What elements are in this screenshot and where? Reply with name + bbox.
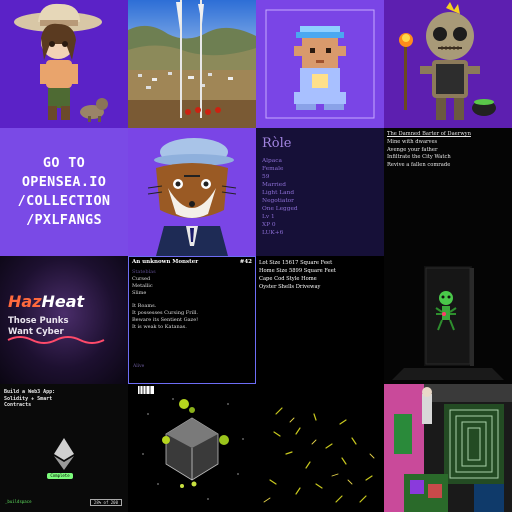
nft-tile-fox[interactable] — [128, 128, 256, 256]
buildspace-progress: 28% of 200 — [89, 499, 122, 506]
hazheat-title-part: Haz — [8, 292, 42, 311]
quest-line: Mine with dwarves — [387, 138, 438, 145]
role-attr: Female — [262, 166, 284, 172]
buildspace-brand: _buildspace — [5, 499, 32, 504]
nft-tile-pixel-kid[interactable] — [256, 0, 384, 128]
nft-tile-opensea-text[interactable]: GO TO OPENSEA.IO /COLLECTION /PXLFANGS — [0, 128, 128, 256]
nft-tile-monster-card[interactable]: An unknown Monster #42 Stateblas Cursed … — [128, 256, 256, 384]
role-attr: Lv 1 — [262, 214, 275, 220]
text-line: OPENSEA.IO — [21, 174, 107, 190]
pixel-kid-image — [256, 0, 384, 128]
yellow-streaks-image — [256, 384, 384, 512]
opensea-text-block: GO TO OPENSEA.IO /COLLECTION /PXLFANGS — [18, 154, 111, 230]
nft-tile-buildspace[interactable]: Build a Web3 App: Solidity + Smart Contr… — [0, 384, 128, 512]
alien-box-image — [384, 256, 512, 384]
role-title: Ròle — [262, 136, 292, 151]
nft-tile-yellow-streaks[interactable] — [256, 384, 384, 512]
cowgirl-image — [0, 0, 128, 128]
lot-line: Lot Size 15617 Square Feet — [259, 260, 333, 266]
hazheat-subtitle-line: Those Punks — [8, 316, 69, 326]
monster-desc: It is weak to Katanas. — [132, 324, 187, 330]
lot-line: Oyster Shells Driveway — [259, 284, 321, 290]
3d-room-image — [384, 384, 512, 512]
hazheat-title: HazHeat — [8, 292, 84, 311]
role-attr: Negotiator — [262, 198, 294, 204]
nft-tile-role-card[interactable]: Ròle Alpaca Female 59 Married Light Land… — [256, 128, 384, 256]
monster-title: An unknown Monster — [132, 259, 199, 265]
space-cube-image — [128, 384, 256, 512]
fox-image — [128, 128, 256, 256]
hazheat-subtitle: Those Punks Want Cyber — [8, 316, 69, 338]
nft-tile-3d-room[interactable] — [384, 384, 512, 512]
landscape-image — [128, 0, 256, 128]
monster-desc: It Roams. — [132, 303, 157, 309]
lot-line: Home Size 5899 Square Feet — [259, 268, 336, 274]
role-attr: 59 — [262, 174, 270, 180]
monster-attr: Cursed — [132, 276, 151, 282]
nft-tile-cowgirl[interactable] — [0, 0, 128, 128]
hazheat-subtitle-line: Want Cyber — [8, 327, 64, 337]
monster-attr: Slime — [132, 290, 147, 296]
role-attr: LUK+6 — [262, 230, 284, 236]
lot-line: Cape Cod Style Home — [259, 276, 317, 282]
text-line: GO TO — [42, 155, 86, 171]
monster-header: An unknown Monster #42 — [132, 259, 252, 265]
voodoo-doll-image — [384, 0, 512, 128]
monster-attr: Metallic — [132, 283, 153, 289]
nft-tile-quest-text[interactable]: The Damned Barter of Daerwyn Mine with d… — [384, 128, 512, 256]
text-line: /PXLFANGS — [26, 212, 102, 228]
nft-tile-space-cube[interactable] — [128, 384, 256, 512]
role-attr: Alpaca — [262, 158, 282, 164]
complete-badge: Complete — [47, 473, 73, 479]
role-attr: Light Land — [262, 190, 295, 196]
monster-number: #42 — [239, 259, 252, 265]
nft-tile-home-lot[interactable]: Lot Size 15617 Square Feet Home Size 589… — [256, 256, 384, 384]
monster-status: Alive — [133, 364, 145, 369]
monster-desc: It possesses Cursing Frill. — [132, 310, 198, 316]
nft-tile-landscape[interactable] — [128, 0, 256, 128]
role-attr: Married — [262, 182, 286, 188]
nft-tile-alien-box[interactable] — [384, 256, 512, 384]
text-line: /COLLECTION — [17, 193, 111, 209]
quest-line: Avenge your father — [387, 146, 438, 153]
monster-faint-label: Stateblas — [132, 269, 156, 275]
quest-line: Revive a fallen comrade — [387, 162, 451, 169]
quest-line: Infiltrate the City Watch — [387, 154, 451, 161]
ethereum-icon — [54, 438, 74, 470]
monster-desc: Beware its Sentient Gaze! — [132, 317, 199, 323]
role-attr: XP 0 — [262, 222, 276, 228]
quest-title: The Damned Barter of Daerwyn — [387, 131, 471, 137]
nft-tile-hazheat[interactable]: HazHeat Those Punks Want Cyber — [0, 256, 128, 384]
role-attr: One Legged — [262, 206, 298, 212]
hazheat-title-part: Heat — [41, 292, 85, 311]
nft-tile-voodoo-doll[interactable] — [384, 0, 512, 128]
